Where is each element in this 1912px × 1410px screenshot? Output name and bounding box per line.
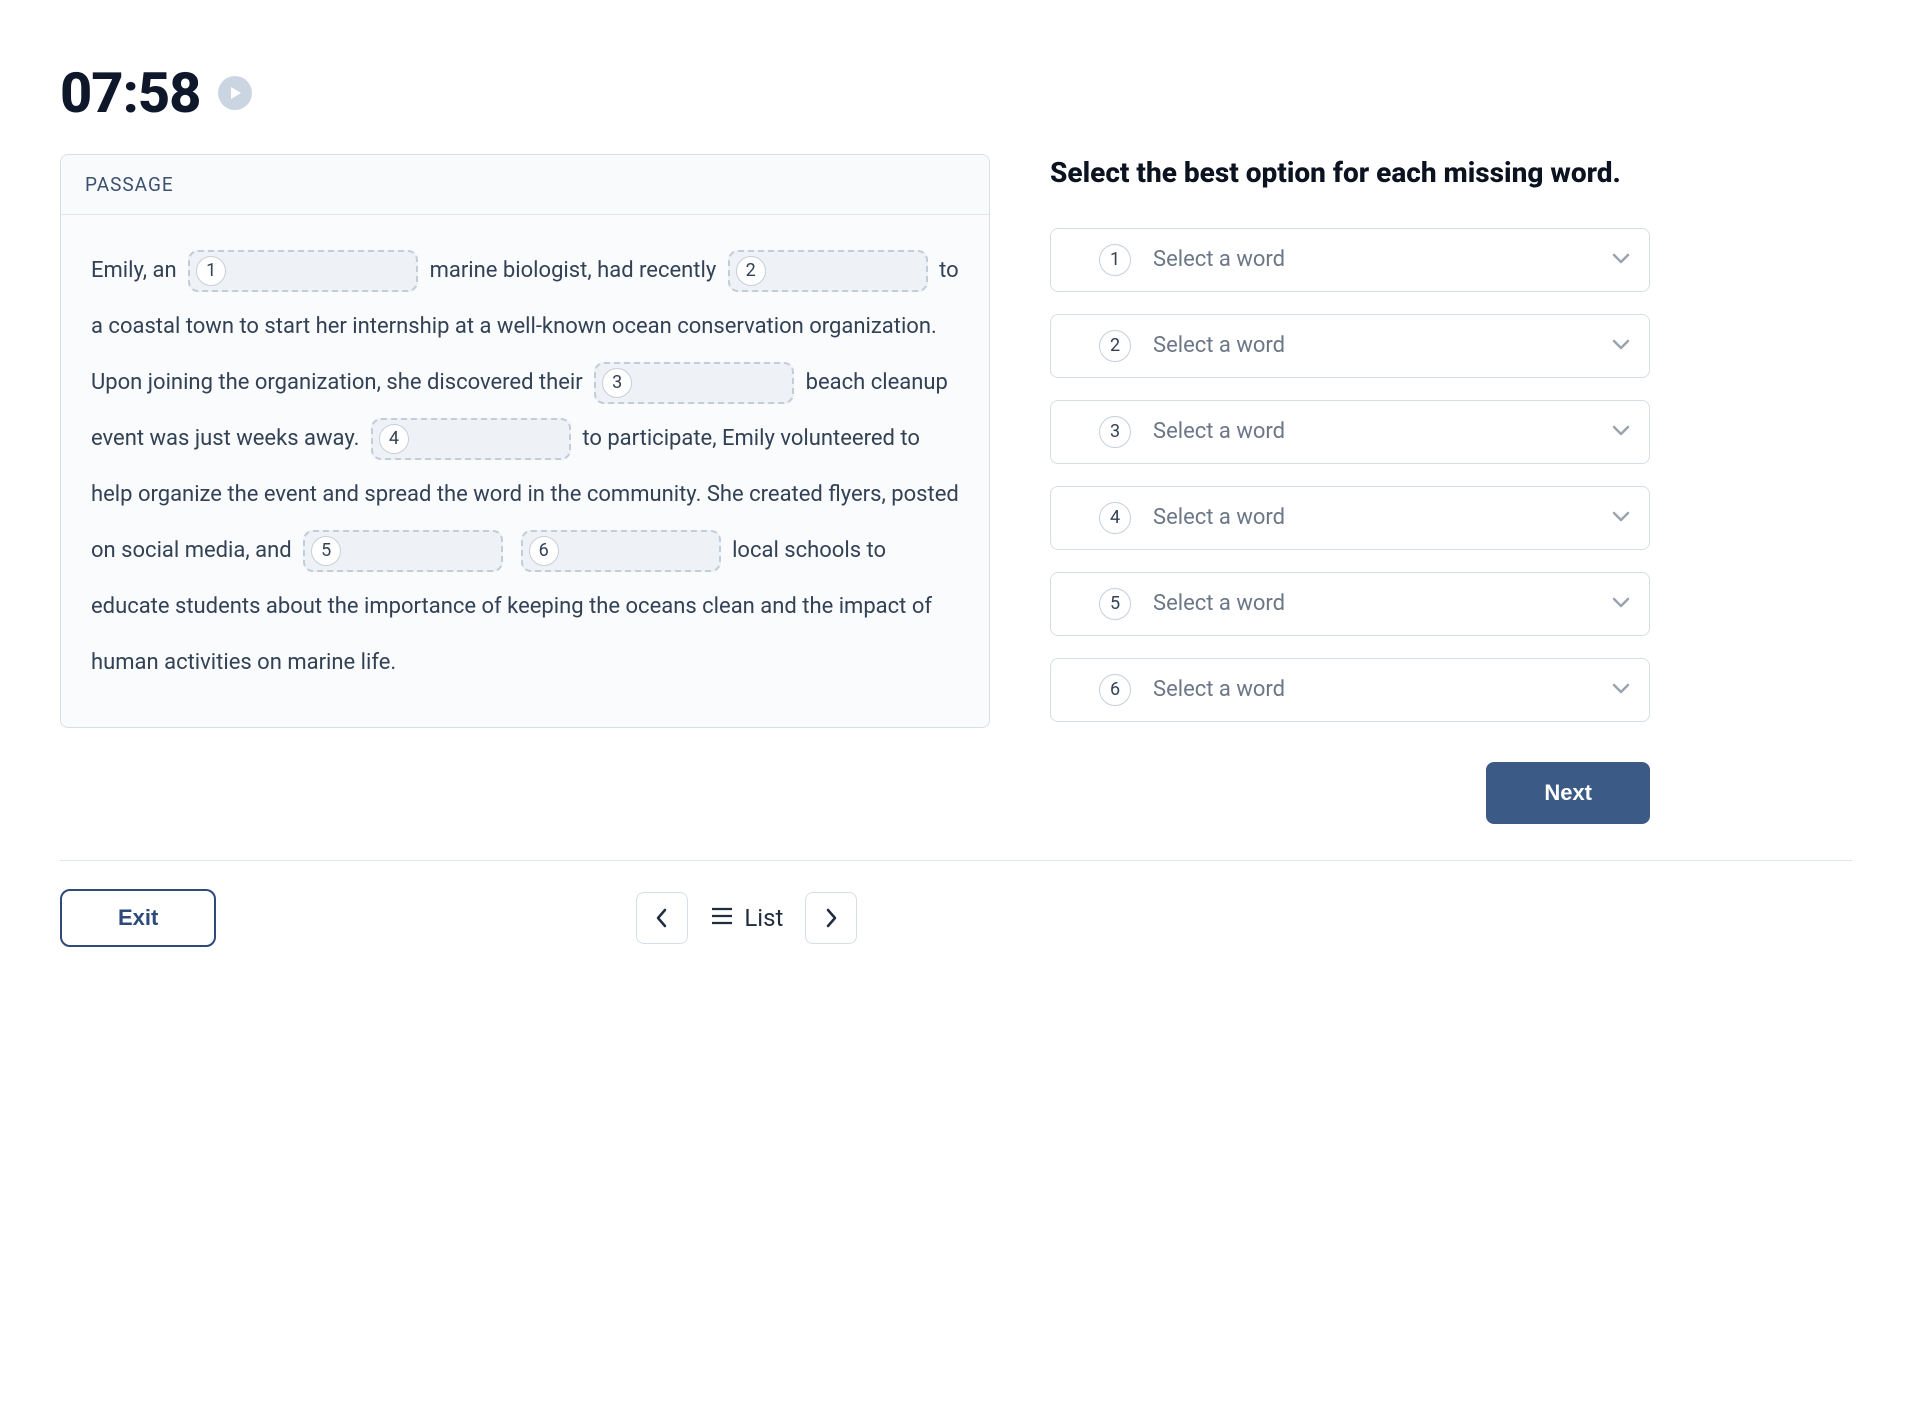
- chevron-down-icon: [1611, 680, 1631, 699]
- blank-5[interactable]: 5: [303, 530, 503, 572]
- select-placeholder: Select a word: [1153, 505, 1589, 530]
- blank-space: [642, 372, 782, 394]
- select-number: 2: [1099, 330, 1131, 362]
- select-row-5[interactable]: 5 Select a word: [1050, 572, 1650, 636]
- chevron-down-icon: [1611, 250, 1631, 269]
- blank-number: 1: [196, 256, 226, 286]
- select-row-2[interactable]: 2 Select a word: [1050, 314, 1650, 378]
- list-icon: [710, 904, 734, 932]
- passage-text: [509, 538, 514, 563]
- select-number: 4: [1099, 502, 1131, 534]
- prev-button[interactable]: [636, 892, 688, 944]
- select-placeholder: Select a word: [1153, 591, 1589, 616]
- list-button[interactable]: List: [710, 904, 783, 932]
- chevron-down-icon: [1611, 508, 1631, 527]
- blank-number: 5: [311, 536, 341, 566]
- blank-number: 4: [379, 424, 409, 454]
- instructions: Select the best option for each missing …: [1050, 154, 1650, 192]
- select-number: 5: [1099, 588, 1131, 620]
- select-placeholder: Select a word: [1153, 247, 1589, 272]
- select-number: 1: [1099, 244, 1131, 276]
- blank-space: [776, 260, 916, 282]
- blank-2[interactable]: 2: [728, 250, 928, 292]
- play-icon[interactable]: [218, 76, 252, 110]
- passage-header: PASSAGE: [61, 155, 989, 215]
- select-row-4[interactable]: 4 Select a word: [1050, 486, 1650, 550]
- blank-number: 3: [602, 368, 632, 398]
- next-nav-button[interactable]: [805, 892, 857, 944]
- select-row-6[interactable]: 6 Select a word: [1050, 658, 1650, 722]
- exit-button[interactable]: Exit: [60, 889, 216, 947]
- blank-4[interactable]: 4: [371, 418, 571, 460]
- next-button[interactable]: Next: [1486, 762, 1650, 824]
- blank-space: [419, 428, 559, 450]
- list-label: List: [744, 904, 783, 932]
- passage-text: Emily, an: [91, 258, 182, 283]
- select-number: 6: [1099, 674, 1131, 706]
- blank-number: 6: [529, 536, 559, 566]
- chevron-down-icon: [1611, 422, 1631, 441]
- blank-number: 2: [736, 256, 766, 286]
- divider: [60, 860, 1852, 861]
- select-placeholder: Select a word: [1153, 419, 1589, 444]
- chevron-down-icon: [1611, 594, 1631, 613]
- passage-panel: PASSAGE Emily, an 1 marine biologist, ha…: [60, 154, 990, 728]
- blank-1[interactable]: 1: [188, 250, 418, 292]
- select-number: 3: [1099, 416, 1131, 448]
- timer: 07:58: [60, 60, 200, 126]
- blank-space: [236, 260, 406, 282]
- blank-space: [351, 540, 491, 562]
- passage-body: Emily, an 1 marine biologist, had recent…: [61, 215, 989, 727]
- select-row-3[interactable]: 3 Select a word: [1050, 400, 1650, 464]
- blank-6[interactable]: 6: [521, 530, 721, 572]
- chevron-down-icon: [1611, 336, 1631, 355]
- blank-3[interactable]: 3: [594, 362, 794, 404]
- passage-text: marine biologist, had recently: [424, 258, 722, 283]
- select-row-1[interactable]: 1 Select a word: [1050, 228, 1650, 292]
- select-placeholder: Select a word: [1153, 333, 1589, 358]
- select-placeholder: Select a word: [1153, 677, 1589, 702]
- blank-space: [569, 540, 709, 562]
